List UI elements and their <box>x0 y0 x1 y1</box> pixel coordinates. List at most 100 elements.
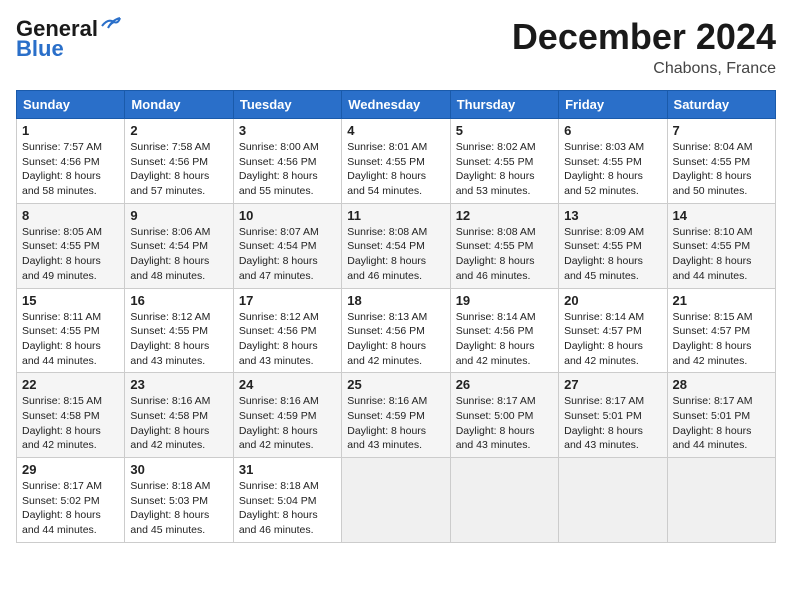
daylight-line1: Daylight: 8 hours <box>456 424 553 439</box>
day-number: 5 <box>456 123 553 138</box>
calendar-cell: 27 Sunrise: 8:17 AM Sunset: 5:01 PM Dayl… <box>559 373 667 458</box>
sunrise-text: Sunrise: 8:18 AM <box>130 479 227 494</box>
calendar-cell: 19 Sunrise: 8:14 AM Sunset: 4:56 PM Dayl… <box>450 288 558 373</box>
sunrise-text: Sunrise: 8:14 AM <box>456 310 553 325</box>
calendar-cell: 30 Sunrise: 8:18 AM Sunset: 5:03 PM Dayl… <box>125 458 233 543</box>
sunset-text: Sunset: 4:54 PM <box>130 239 227 254</box>
day-number: 10 <box>239 208 336 223</box>
sunrise-text: Sunrise: 7:58 AM <box>130 140 227 155</box>
calendar-cell: 3 Sunrise: 8:00 AM Sunset: 4:56 PM Dayli… <box>233 119 341 204</box>
daylight-line2: and 49 minutes. <box>22 269 119 284</box>
sunrise-text: Sunrise: 8:07 AM <box>239 225 336 240</box>
col-friday: Friday <box>559 91 667 119</box>
daylight-line2: and 46 minutes. <box>239 523 336 538</box>
sunset-text: Sunset: 5:02 PM <box>22 494 119 509</box>
week-row-4: 22 Sunrise: 8:15 AM Sunset: 4:58 PM Dayl… <box>17 373 776 458</box>
calendar-cell: 11 Sunrise: 8:08 AM Sunset: 4:54 PM Dayl… <box>342 203 450 288</box>
daylight-line2: and 46 minutes. <box>347 269 444 284</box>
daylight-line1: Daylight: 8 hours <box>673 254 770 269</box>
daylight-line1: Daylight: 8 hours <box>130 508 227 523</box>
day-number: 25 <box>347 377 444 392</box>
daylight-line1: Daylight: 8 hours <box>673 339 770 354</box>
sunset-text: Sunset: 4:58 PM <box>22 409 119 424</box>
daylight-line2: and 44 minutes. <box>22 354 119 369</box>
daylight-line2: and 43 minutes. <box>456 438 553 453</box>
daylight-line1: Daylight: 8 hours <box>22 339 119 354</box>
day-number: 28 <box>673 377 770 392</box>
sunset-text: Sunset: 5:03 PM <box>130 494 227 509</box>
day-number: 24 <box>239 377 336 392</box>
daylight-line1: Daylight: 8 hours <box>673 169 770 184</box>
sunset-text: Sunset: 4:55 PM <box>130 324 227 339</box>
day-number: 12 <box>456 208 553 223</box>
location: Chabons, France <box>512 60 776 78</box>
daylight-line2: and 48 minutes. <box>130 269 227 284</box>
calendar-cell: 2 Sunrise: 7:58 AM Sunset: 4:56 PM Dayli… <box>125 119 233 204</box>
daylight-line1: Daylight: 8 hours <box>130 424 227 439</box>
sunset-text: Sunset: 4:55 PM <box>22 239 119 254</box>
calendar-cell: 28 Sunrise: 8:17 AM Sunset: 5:01 PM Dayl… <box>667 373 775 458</box>
sunset-text: Sunset: 4:59 PM <box>239 409 336 424</box>
sunset-text: Sunset: 4:55 PM <box>564 239 661 254</box>
day-number: 8 <box>22 208 119 223</box>
sunset-text: Sunset: 4:56 PM <box>347 324 444 339</box>
day-number: 13 <box>564 208 661 223</box>
sunrise-text: Sunrise: 8:01 AM <box>347 140 444 155</box>
daylight-line2: and 50 minutes. <box>673 184 770 199</box>
calendar-cell: 21 Sunrise: 8:15 AM Sunset: 4:57 PM Dayl… <box>667 288 775 373</box>
col-thursday: Thursday <box>450 91 558 119</box>
sunrise-text: Sunrise: 8:16 AM <box>130 394 227 409</box>
daylight-line2: and 46 minutes. <box>456 269 553 284</box>
daylight-line1: Daylight: 8 hours <box>564 339 661 354</box>
daylight-line1: Daylight: 8 hours <box>130 169 227 184</box>
daylight-line1: Daylight: 8 hours <box>564 169 661 184</box>
daylight-line2: and 52 minutes. <box>564 184 661 199</box>
daylight-line1: Daylight: 8 hours <box>239 424 336 439</box>
sunrise-text: Sunrise: 8:16 AM <box>347 394 444 409</box>
sunrise-text: Sunrise: 7:57 AM <box>22 140 119 155</box>
logo: General Blue <box>16 16 122 62</box>
calendar-cell <box>667 458 775 543</box>
daylight-line1: Daylight: 8 hours <box>239 254 336 269</box>
daylight-line1: Daylight: 8 hours <box>456 339 553 354</box>
calendar-cell: 15 Sunrise: 8:11 AM Sunset: 4:55 PM Dayl… <box>17 288 125 373</box>
day-number: 21 <box>673 293 770 308</box>
sunrise-text: Sunrise: 8:17 AM <box>673 394 770 409</box>
sunset-text: Sunset: 5:00 PM <box>456 409 553 424</box>
daylight-line2: and 42 minutes. <box>673 354 770 369</box>
daylight-line1: Daylight: 8 hours <box>130 254 227 269</box>
sunset-text: Sunset: 4:55 PM <box>673 155 770 170</box>
calendar-header-row: Sunday Monday Tuesday Wednesday Thursday… <box>17 91 776 119</box>
calendar-cell: 9 Sunrise: 8:06 AM Sunset: 4:54 PM Dayli… <box>125 203 233 288</box>
daylight-line2: and 44 minutes. <box>673 269 770 284</box>
daylight-line2: and 42 minutes. <box>564 354 661 369</box>
day-number: 4 <box>347 123 444 138</box>
sunrise-text: Sunrise: 8:08 AM <box>347 225 444 240</box>
daylight-line2: and 47 minutes. <box>239 269 336 284</box>
logo-bird-icon <box>100 16 122 34</box>
day-number: 11 <box>347 208 444 223</box>
sunset-text: Sunset: 4:55 PM <box>564 155 661 170</box>
calendar-cell <box>559 458 667 543</box>
sunrise-text: Sunrise: 8:05 AM <box>22 225 119 240</box>
daylight-line1: Daylight: 8 hours <box>22 254 119 269</box>
week-row-3: 15 Sunrise: 8:11 AM Sunset: 4:55 PM Dayl… <box>17 288 776 373</box>
day-number: 1 <box>22 123 119 138</box>
sunrise-text: Sunrise: 8:17 AM <box>564 394 661 409</box>
daylight-line2: and 44 minutes. <box>673 438 770 453</box>
calendar-cell: 4 Sunrise: 8:01 AM Sunset: 4:55 PM Dayli… <box>342 119 450 204</box>
day-number: 26 <box>456 377 553 392</box>
sunrise-text: Sunrise: 8:16 AM <box>239 394 336 409</box>
sunrise-text: Sunrise: 8:15 AM <box>673 310 770 325</box>
sunrise-text: Sunrise: 8:10 AM <box>673 225 770 240</box>
sunset-text: Sunset: 4:56 PM <box>239 155 336 170</box>
sunrise-text: Sunrise: 8:12 AM <box>239 310 336 325</box>
daylight-line2: and 42 minutes. <box>239 438 336 453</box>
sunrise-text: Sunrise: 8:08 AM <box>456 225 553 240</box>
sunrise-text: Sunrise: 8:11 AM <box>22 310 119 325</box>
calendar-cell <box>450 458 558 543</box>
sunrise-text: Sunrise: 8:17 AM <box>456 394 553 409</box>
calendar-cell: 10 Sunrise: 8:07 AM Sunset: 4:54 PM Dayl… <box>233 203 341 288</box>
sunset-text: Sunset: 4:55 PM <box>456 155 553 170</box>
week-row-1: 1 Sunrise: 7:57 AM Sunset: 4:56 PM Dayli… <box>17 119 776 204</box>
